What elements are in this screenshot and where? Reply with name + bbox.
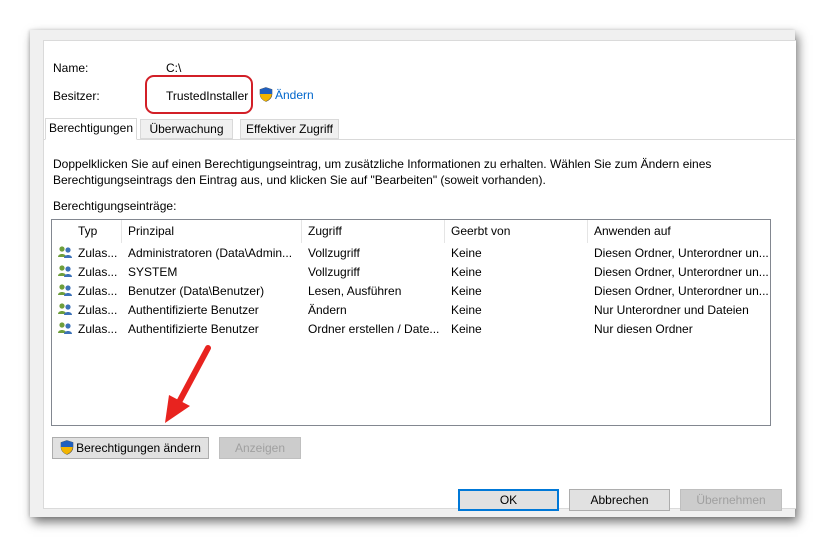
tab-strip-border — [43, 139, 795, 140]
row-principal: SYSTEM — [128, 265, 178, 279]
row-access: Ändern — [308, 303, 347, 317]
owner-label: Besitzer: — [53, 89, 100, 103]
row-applies-to: Diesen Ordner, Unterordner un... — [594, 265, 769, 279]
column-header-inherited-from[interactable]: Geerbt von — [445, 220, 588, 243]
description-line-2: Berechtigungseintrags den Eintrag aus, u… — [53, 173, 546, 187]
column-header-applies-to[interactable]: Anwenden auf — [588, 220, 770, 243]
tab-auditing[interactable]: Überwachung — [140, 119, 233, 139]
row-applies-to: Nur diesen Ordner — [594, 322, 693, 336]
uac-shield-icon — [259, 87, 273, 105]
cancel-button[interactable]: Abbrechen — [569, 489, 670, 511]
change-permissions-button[interactable]: Berechtigungen ändern — [52, 437, 209, 459]
row-principal: Authentifizierte Benutzer — [128, 303, 259, 317]
table-row[interactable]: Zulas... Authentifizierte Benutzer Ordne… — [52, 320, 770, 339]
row-inherited-from: Keine — [451, 284, 482, 298]
advanced-security-dialog: Name: C:\ Besitzer: TrustedInstaller Änd… — [30, 30, 796, 517]
table-row[interactable]: Zulas... Benutzer (Data\Benutzer) Lesen,… — [52, 282, 770, 301]
row-inherited-from: Keine — [451, 303, 482, 317]
row-principal: Authentifizierte Benutzer — [128, 322, 259, 336]
row-type: Zulas... — [78, 322, 118, 336]
apply-button[interactable]: Übernehmen — [680, 489, 782, 511]
row-type: Zulas... — [78, 265, 118, 279]
row-type: Zulas... — [78, 246, 118, 260]
row-access: Ordner erstellen / Date... — [308, 322, 440, 336]
name-value: C:\ — [166, 61, 182, 75]
uac-shield-icon — [60, 440, 74, 461]
tab-permissions[interactable]: Berechtigungen — [45, 118, 137, 140]
row-type: Zulas... — [78, 303, 118, 317]
change-owner-link[interactable]: Ändern — [259, 87, 314, 105]
row-inherited-from: Keine — [451, 322, 482, 336]
users-icon — [57, 320, 73, 342]
red-arrow-annotation — [165, 345, 211, 423]
row-inherited-from: Keine — [451, 265, 482, 279]
owner-highlight-annotation — [145, 75, 253, 114]
row-type: Zulas... — [78, 284, 118, 298]
permission-entries-list[interactable]: Typ Prinzipal Zugriff Geerbt von Anwende… — [51, 219, 771, 426]
row-principal: Benutzer (Data\Benutzer) — [128, 284, 265, 298]
column-header-access[interactable]: Zugriff — [302, 220, 445, 243]
row-access: Vollzugriff — [308, 265, 360, 279]
change-link-label: Ändern — [275, 88, 314, 102]
row-inherited-from: Keine — [451, 246, 482, 260]
row-access: Vollzugriff — [308, 246, 360, 260]
view-button[interactable]: Anzeigen — [219, 437, 301, 459]
tab-effective-access[interactable]: Effektiver Zugriff — [240, 119, 339, 139]
description-line-1: Doppelklicken Sie auf einen Berechtigung… — [53, 157, 712, 171]
ok-button[interactable]: OK — [458, 489, 559, 511]
row-applies-to: Diesen Ordner, Unterordner un... — [594, 284, 769, 298]
row-principal: Administratoren (Data\Admin... — [128, 246, 293, 260]
row-access: Lesen, Ausführen — [308, 284, 402, 298]
row-applies-to: Diesen Ordner, Unterordner un... — [594, 246, 769, 260]
table-row[interactable]: Zulas... Administratoren (Data\Admin... … — [52, 244, 770, 263]
table-row[interactable]: Zulas... SYSTEM Vollzugriff Keine Diesen… — [52, 263, 770, 282]
name-label: Name: — [53, 61, 89, 75]
change-permissions-label: Berechtigungen ändern — [76, 441, 201, 455]
entries-label: Berechtigungseinträge: — [53, 199, 177, 213]
column-header-type[interactable]: Typ — [72, 220, 122, 243]
table-row[interactable]: Zulas... Authentifizierte Benutzer Änder… — [52, 301, 770, 320]
row-applies-to: Nur Unterordner und Dateien — [594, 303, 749, 317]
column-header-principal[interactable]: Prinzipal — [122, 220, 302, 243]
